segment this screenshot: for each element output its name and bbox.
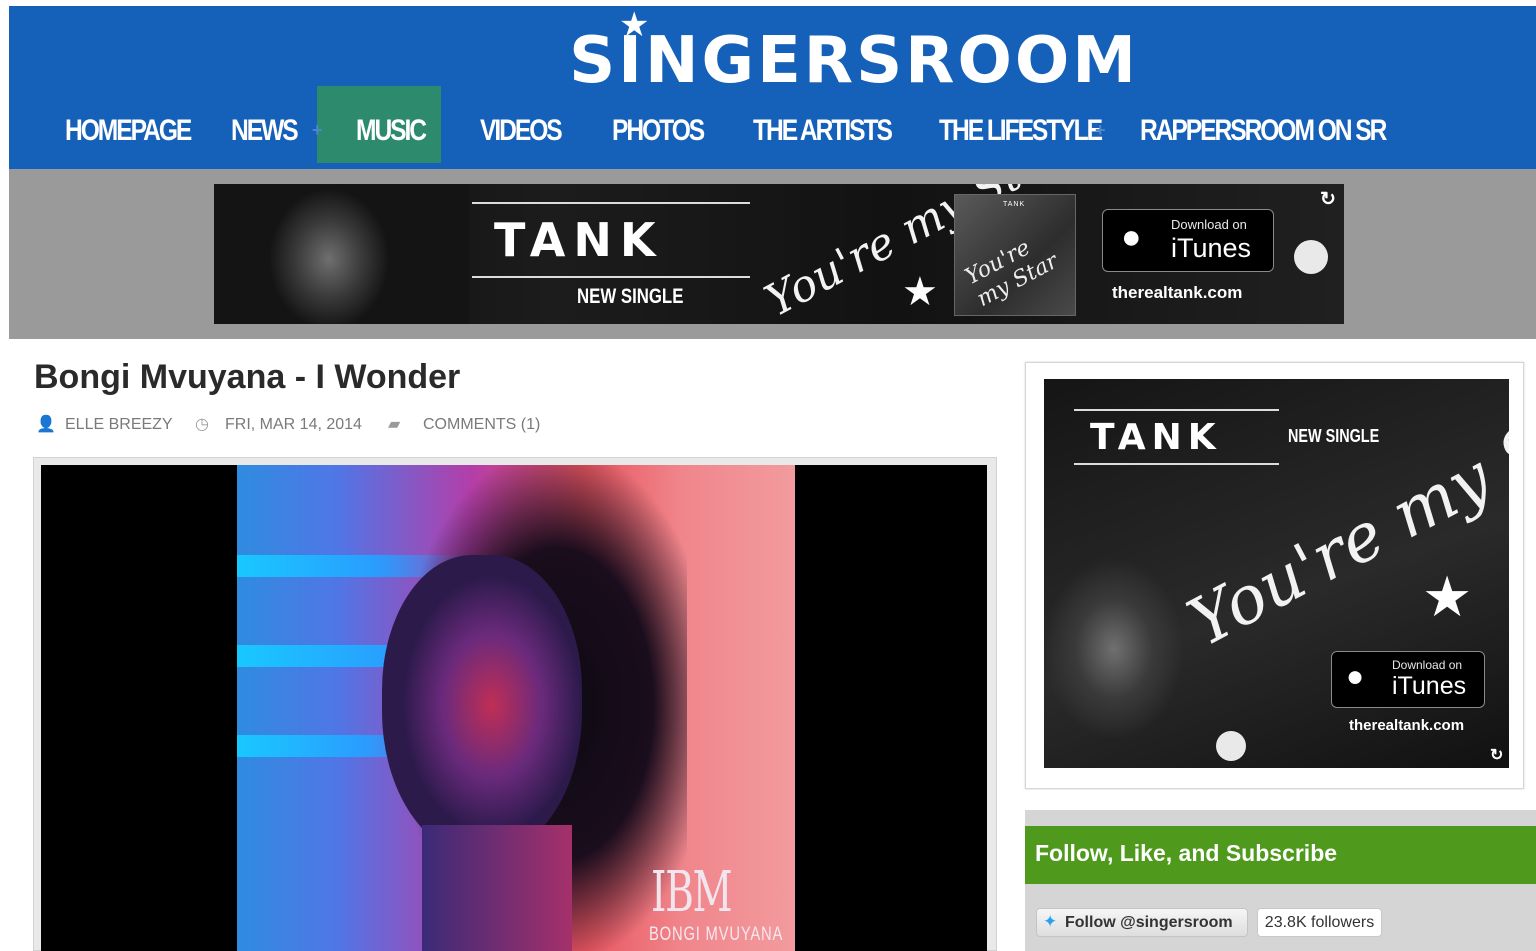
cover-artist-name: BONGI MVUYANA	[649, 924, 784, 945]
nav-item-the-artists[interactable]: THE ARTISTS	[753, 92, 893, 169]
cover-song-title: You're my Star	[961, 235, 1063, 313]
divider	[472, 202, 750, 204]
nav-item-photos[interactable]: PHOTOS	[612, 92, 705, 169]
article-comments-link[interactable]: COMMENTS (1)	[423, 414, 540, 436]
twitter-bird-icon: ✦	[1043, 912, 1058, 931]
star-icon: ★	[902, 270, 938, 314]
sidebar-ad[interactable]: TANK NEW SINGLE You're my Star ★ ● Downl…	[1044, 379, 1509, 768]
artist-photo	[214, 184, 469, 324]
cover-logo: IBM	[651, 860, 733, 925]
divider	[1074, 409, 1279, 411]
nav-plus-icon: +	[312, 120, 323, 140]
nav-item-music[interactable]: MUSIC	[356, 92, 427, 169]
artist-website[interactable]: therealtank.com	[1349, 717, 1464, 734]
nav-item-the-lifestyle[interactable]: THE LIFESTYLE	[939, 92, 1103, 169]
apple-icon: ●	[1121, 218, 1142, 256]
comments-icon: ▰	[388, 416, 401, 433]
itunes-download-button[interactable]: ● Download on iTunes	[1331, 651, 1485, 708]
itunes-label: iTunes	[1392, 672, 1467, 700]
cover-artist-name: TANK	[1003, 201, 1026, 208]
record-label-logo	[1294, 240, 1328, 274]
follow-widget-title: Follow, Like, and Subscribe	[1035, 840, 1338, 866]
portrait-neck	[422, 825, 572, 951]
itunes-small-label: Download on	[1171, 217, 1247, 232]
album-cover-image: IBM BONGI MVUYANA	[237, 465, 795, 951]
itunes-small-label: Download on	[1392, 658, 1463, 672]
twitter-follow-label: Follow @singersroom	[1065, 914, 1233, 931]
nav-item-videos[interactable]: VIDEOS	[480, 92, 563, 169]
itunes-download-button[interactable]: ● Download on iTunes	[1102, 209, 1274, 272]
clock-icon: ◷	[195, 416, 209, 433]
twitter-follow-button[interactable]: ✦ Follow @singersroom	[1036, 908, 1248, 937]
star-icon: ★	[619, 6, 650, 44]
article-title: Bongi Mvuyana - I Wonder	[34, 358, 461, 396]
single-cover-thumbnail: TANK You're my Star	[954, 194, 1076, 316]
article-date: FRI, MAR 14, 2014	[225, 416, 362, 433]
apple-icon: ●	[1346, 660, 1365, 693]
divider	[1074, 463, 1279, 465]
main-nav: HOMEPAGE NEWS + MUSIC VIDEOS PHOTOS THE …	[9, 92, 1536, 169]
portrait-face	[382, 555, 582, 855]
banner-artist-name: TANK	[494, 213, 664, 267]
divider	[472, 276, 750, 278]
nav-plus-icon: +	[1095, 120, 1106, 140]
nav-item-rappersroom[interactable]: RAPPERSROOM ON SR	[1140, 92, 1387, 169]
refresh-icon[interactable]: ↻	[1490, 745, 1503, 765]
sidebar-artist-name: TANK	[1090, 417, 1222, 458]
user-icon: 👤	[36, 416, 56, 433]
record-label-logo	[1216, 731, 1246, 761]
banner-subtitle: NEW SINGLE	[577, 285, 684, 308]
refresh-icon[interactable]: ↻	[1320, 188, 1336, 211]
artist-website[interactable]: therealtank.com	[1112, 283, 1242, 303]
star-icon: ★	[1422, 565, 1473, 628]
nav-item-homepage[interactable]: HOMEPAGE	[65, 92, 192, 169]
article-author[interactable]: ELLE BREEZY	[65, 414, 173, 436]
artist-photo	[1044, 539, 1294, 768]
sidebar-subtitle: NEW SINGLE	[1288, 426, 1380, 446]
logo-text: SINGERSROOM	[569, 24, 1139, 98]
banner-ad[interactable]: TANK NEW SINGLE You're my Star ★ TANK Yo…	[214, 184, 1344, 324]
itunes-label: iTunes	[1171, 233, 1252, 263]
twitter-follower-count: 23.8K followers	[1257, 908, 1382, 937]
nav-item-news[interactable]: NEWS	[231, 92, 299, 169]
